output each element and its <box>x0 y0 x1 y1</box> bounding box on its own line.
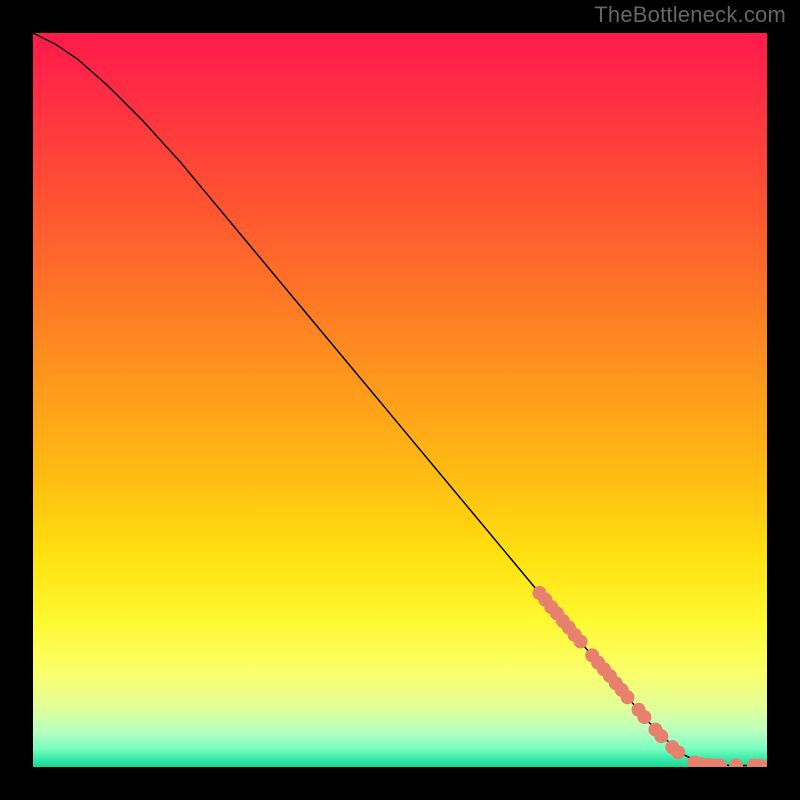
data-marker <box>637 710 651 724</box>
chart-frame: TheBottleneck.com <box>0 0 800 800</box>
gradient-background <box>33 33 767 767</box>
chart-svg <box>33 33 767 767</box>
plot-area <box>33 33 767 767</box>
data-marker <box>621 690 635 704</box>
data-marker <box>574 634 588 648</box>
watermark-text: TheBottleneck.com <box>594 2 786 28</box>
data-marker <box>671 745 685 759</box>
data-marker <box>654 729 668 743</box>
